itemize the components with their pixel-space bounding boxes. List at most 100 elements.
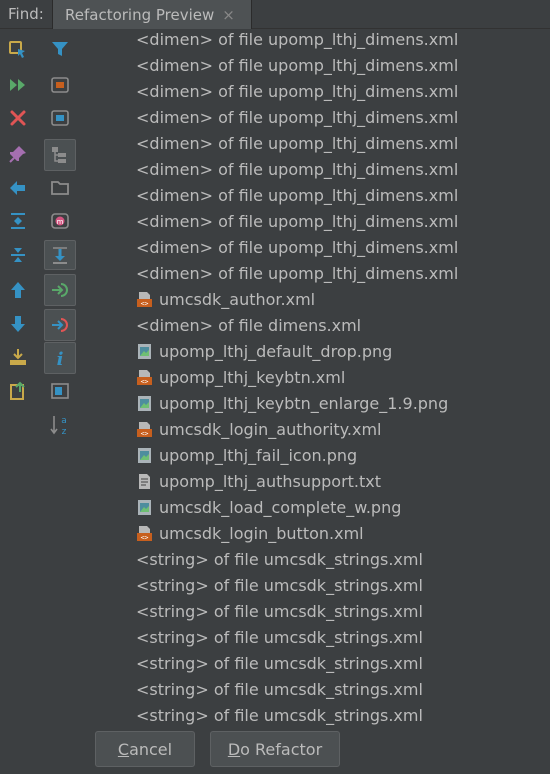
tree-row-label: <string> of file umcsdk_strings.xml: [136, 549, 423, 569]
collapse-all-icon[interactable]: [2, 242, 34, 268]
tree-row[interactable]: <dimen> of file upomp_lthj_dimens.xml: [136, 234, 458, 260]
xml-file-icon: <>: [136, 291, 159, 308]
cancel-button[interactable]: Cancel: [95, 731, 195, 767]
svg-text:<>: <>: [141, 299, 149, 307]
tree-row-label: upomp_lthj_keybtn_enlarge_1.9.png: [159, 393, 449, 413]
tree-row-label: <dimen> of file upomp_lthj_dimens.xml: [136, 185, 459, 205]
tree-row-label: <string> of file umcsdk_strings.xml: [136, 575, 423, 595]
tree-row[interactable]: <string> of file umcsdk_strings.xml: [136, 546, 423, 572]
tree-row[interactable]: <dimen> of file upomp_lthj_dimens.xml: [136, 260, 458, 286]
tree-row[interactable]: umcsdk_load_complete_w.png: [136, 494, 401, 520]
tree-row-label: upomp_lthj_keybtn.xml: [159, 367, 346, 387]
tree-row[interactable]: <> umcsdk_author.xml: [136, 286, 315, 312]
merge-icon[interactable]: m: [44, 208, 76, 234]
tree-row-label: <dimen> of file upomp_lthj_dimens.xml: [136, 263, 459, 283]
tree-row[interactable]: <dimen> of file upomp_lthj_dimens.xml: [136, 30, 458, 52]
rerun-icon[interactable]: [2, 36, 34, 62]
tree-row-label: <dimen> of file upomp_lthj_dimens.xml: [136, 81, 459, 101]
tree-row[interactable]: <dimen> of file upomp_lthj_dimens.xml: [136, 182, 458, 208]
group-by-package-icon[interactable]: [44, 175, 76, 201]
tree-row[interactable]: <dimen> of file upomp_lthj_dimens.xml: [136, 78, 458, 104]
navigate-in-icon[interactable]: [44, 274, 76, 306]
image-file-icon: [136, 499, 159, 516]
do-refactor-button[interactable]: Do Refactor: [210, 731, 340, 767]
tree-row-label: <string> of file umcsdk_strings.xml: [136, 653, 423, 673]
group-by-module-icon[interactable]: [44, 72, 76, 98]
refactoring-preview-tree[interactable]: <dimen> of file upomp_lthj_dimens.xml <di…: [84, 30, 550, 726]
tree-row-label: umcsdk_load_complete_w.png: [159, 497, 402, 517]
navigate-out-icon[interactable]: [44, 309, 76, 341]
find-label: Find:: [8, 5, 44, 23]
tree-row-label: <dimen> of file upomp_lthj_dimens.xml: [136, 55, 459, 75]
tree-row[interactable]: upomp_lthj_default_drop.png: [136, 338, 392, 364]
xml-file-icon: <>: [136, 525, 159, 542]
refactor-mnemonic: D: [227, 739, 241, 759]
back-arrow-icon[interactable]: [2, 175, 34, 201]
svg-text:<>: <>: [141, 429, 149, 437]
tree-row-label: <dimen> of file upomp_lthj_dimens.xml: [136, 211, 459, 231]
autoscroll-to-source-icon[interactable]: [44, 240, 76, 270]
sort-alphabetically-icon[interactable]: az: [44, 412, 76, 438]
preview-icon[interactable]: [44, 378, 76, 404]
tree-row-label: <string> of file umcsdk_strings.xml: [136, 705, 423, 725]
svg-text:i: i: [57, 349, 64, 368]
tree-row[interactable]: <dimen> of file upomp_lthj_dimens.xml: [136, 130, 458, 156]
image-file-icon: [136, 343, 159, 360]
tree-row-label: <string> of file umcsdk_strings.xml: [136, 627, 423, 647]
dialog-button-bar: Cancel Do Refactor: [84, 726, 550, 774]
tree-row[interactable]: <dimen> of file upomp_lthj_dimens.xml: [136, 156, 458, 182]
tree-row[interactable]: <string> of file umcsdk_strings.xml: [136, 650, 423, 676]
tree-row[interactable]: <> upomp_lthj_keybtn.xml: [136, 364, 345, 390]
cancel-mnemonic: C: [117, 739, 130, 759]
tree-row-label: <dimen> of file upomp_lthj_dimens.xml: [136, 30, 459, 49]
tree-row[interactable]: <string> of file umcsdk_strings.xml: [136, 572, 423, 598]
filter-icon[interactable]: [44, 36, 76, 62]
tree-row[interactable]: <string> of file umcsdk_strings.xml: [136, 702, 423, 726]
tree-row[interactable]: upomp_lthj_authsupport.txt: [136, 468, 381, 494]
svg-text:z: z: [62, 427, 67, 436]
tree-row-label: <dimen> of file upomp_lthj_dimens.xml: [136, 107, 459, 127]
tree-row-label: upomp_lthj_default_drop.png: [159, 341, 393, 361]
tree-row[interactable]: <dimen> of file upomp_lthj_dimens.xml: [136, 52, 458, 78]
tree-row-label: upomp_lthj_authsupport.txt: [159, 471, 382, 491]
tree-row[interactable]: <> umcsdk_login_button.xml: [136, 520, 364, 546]
info-icon[interactable]: i: [44, 342, 76, 374]
text-file-icon: [136, 473, 159, 490]
group-by-directory-icon[interactable]: [44, 139, 76, 171]
close-icon[interactable]: ×: [222, 6, 235, 24]
tree-row-label: <dimen> of file dimens.xml: [136, 315, 362, 335]
refactor-label: o Refactor: [240, 739, 323, 759]
tree-row-label: <dimen> of file upomp_lthj_dimens.xml: [136, 237, 459, 257]
previous-occurrence-icon[interactable]: [2, 277, 34, 303]
svg-text:a: a: [61, 416, 67, 426]
image-file-icon: [136, 447, 159, 464]
group-by-type-icon[interactable]: [44, 105, 76, 131]
tree-row-label: umcsdk_login_button.xml: [159, 523, 364, 543]
tree-row[interactable]: <> umcsdk_login_authority.xml: [136, 416, 381, 442]
tree-row-label: upomp_lthj_fail_icon.png: [159, 445, 358, 465]
xml-file-icon: <>: [136, 421, 159, 438]
tree-row[interactable]: <dimen> of file dimens.xml: [136, 312, 361, 338]
svg-text:<>: <>: [141, 377, 149, 385]
tree-row[interactable]: upomp_lthj_keybtn_enlarge_1.9.png: [136, 390, 448, 416]
tree-row-label: <dimen> of file upomp_lthj_dimens.xml: [136, 159, 459, 179]
close-red-icon[interactable]: [2, 105, 34, 131]
next-occurrence-icon[interactable]: [2, 311, 34, 337]
expand-all-icon[interactable]: [2, 208, 34, 234]
export-icon[interactable]: [2, 344, 34, 370]
tree-row[interactable]: <dimen> of file upomp_lthj_dimens.xml: [136, 104, 458, 130]
pin-icon[interactable]: [2, 141, 34, 167]
tree-row[interactable]: <string> of file umcsdk_strings.xml: [136, 598, 423, 624]
tree-row[interactable]: <string> of file umcsdk_strings.xml: [136, 676, 423, 702]
tree-row[interactable]: <dimen> of file upomp_lthj_dimens.xml: [136, 208, 458, 234]
tree-row[interactable]: upomp_lthj_fail_icon.png: [136, 442, 357, 468]
tree-row[interactable]: <string> of file umcsdk_strings.xml: [136, 624, 423, 650]
xml-file-icon: <>: [136, 369, 159, 386]
svg-text:<>: <>: [141, 533, 149, 541]
tree-row-label: <dimen> of file upomp_lthj_dimens.xml: [136, 133, 459, 153]
open-in-new-icon[interactable]: [2, 378, 34, 404]
tree-row-label: umcsdk_author.xml: [159, 289, 316, 309]
tab-refactoring-preview[interactable]: Refactoring Preview ×: [52, 0, 252, 29]
image-file-icon: [136, 395, 159, 412]
run-all-icon[interactable]: [2, 72, 34, 98]
